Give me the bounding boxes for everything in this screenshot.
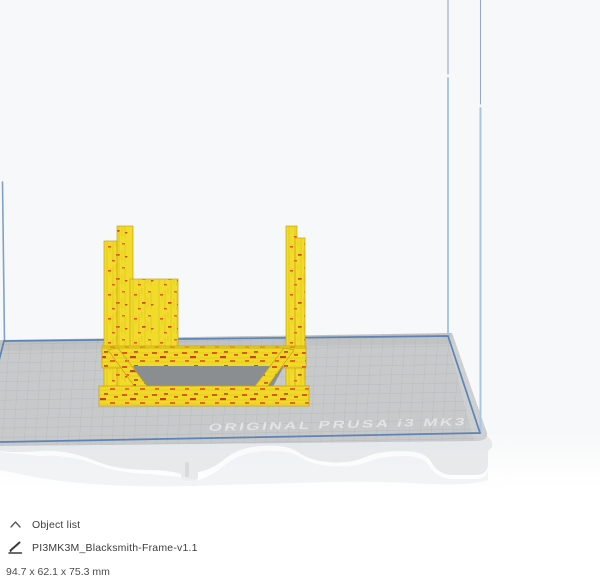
- model-post-right-front: [295, 238, 305, 404]
- object-list-item[interactable]: PI3MK3M_Blacksmith-Frame-v1.1: [8, 541, 198, 554]
- object-list-label: Object list: [32, 519, 80, 531]
- model-post-left-front: [104, 241, 117, 402]
- model-base-bottom-rail: [99, 386, 309, 406]
- selection-dimensions: 94.7 x 62.1 x 75.3 mm: [6, 566, 110, 578]
- chevron-up-icon: [8, 518, 23, 531]
- model-back-wall: [130, 279, 178, 357]
- edit-pencil-icon: [8, 541, 23, 554]
- object-list-toggle[interactable]: Object list: [8, 518, 80, 531]
- object-list-panel: Object list PI3MK3M_Blacksmith-Frame-v1.…: [0, 514, 320, 574]
- 3d-viewport[interactable]: ORIGINAL PRUSA i3 MK3: [0, 0, 600, 579]
- object-item-name: PI3MK3M_Blacksmith-Frame-v1.1: [32, 542, 198, 554]
